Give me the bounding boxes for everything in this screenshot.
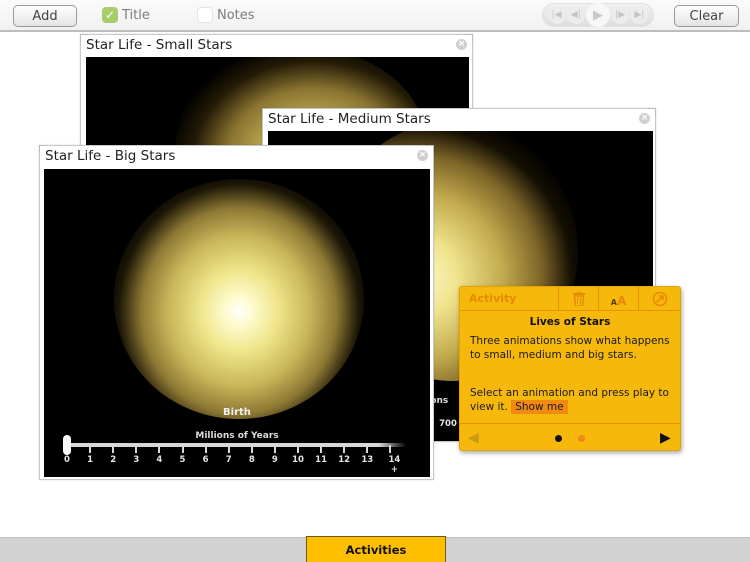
- timeline-tick: [297, 445, 299, 453]
- timeline-tick-label: 4: [156, 455, 163, 465]
- star-image: [114, 179, 364, 419]
- timeline-tick-label: 9: [271, 455, 278, 465]
- timeline-tick: [227, 445, 230, 453]
- tick-label: 700: [439, 419, 457, 429]
- title-checkbox[interactable]: ✓ Title: [102, 7, 150, 23]
- timeline-track[interactable]: [66, 443, 406, 447]
- timeline-tick-label: 13: [361, 455, 374, 465]
- checkmark-icon[interactable]: ✓: [102, 7, 118, 23]
- timeline-tick: [343, 445, 346, 453]
- timeline-tick-label: 14 +: [388, 455, 401, 475]
- activity-description: Three animations show what happens to sm…: [470, 335, 670, 361]
- window-title: Star Life - Medium Stars: [268, 111, 431, 127]
- add-button[interactable]: Add: [13, 5, 77, 27]
- window-big-stars[interactable]: Star Life - Big Stars × Birth Millions o…: [39, 145, 434, 480]
- activity-panel: Activity AA Lives of Stars Three animati…: [459, 286, 681, 451]
- title-checkbox-label: Title: [122, 7, 150, 23]
- trash-icon: [572, 292, 585, 306]
- timeline-tick: [366, 445, 369, 453]
- timeline-tick: [135, 445, 138, 453]
- timeline-tick: [320, 445, 323, 453]
- app-stage: Add ✓ Title Notes |◀ ◀| ▶ |▶ ▶| Clear St…: [0, 0, 750, 562]
- delete-button[interactable]: [558, 287, 598, 311]
- clear-button[interactable]: Clear: [674, 5, 739, 27]
- previous-page-arrow-icon[interactable]: ◀: [468, 430, 479, 446]
- timeline-tick: [89, 445, 92, 453]
- timeline-tick: [181, 445, 184, 453]
- timeline-tick-label: 3: [133, 455, 140, 465]
- timeline-tick-label: 6: [202, 455, 209, 465]
- pin-button[interactable]: [638, 287, 680, 311]
- pin-icon: [652, 291, 667, 307]
- axis-title: Millions of Years: [195, 431, 279, 441]
- page-dot-active[interactable]: [555, 435, 562, 442]
- timeline-tick-label: 0: [64, 455, 70, 465]
- activity-header: Activity AA: [460, 287, 680, 311]
- timeline-tick-label: 2: [110, 455, 117, 465]
- timeline-tick: [389, 445, 392, 453]
- close-icon[interactable]: ×: [639, 113, 650, 124]
- show-me-link[interactable]: Show me: [511, 400, 568, 414]
- animation-view[interactable]: Birth Millions of Years 0 1 2 3 4 5 6 7 8 9 10 11 12…: [44, 169, 430, 477]
- window-title: Star Life - Small Stars: [86, 37, 233, 53]
- timeline-tick-label: 1: [87, 455, 94, 465]
- step-back-icon[interactable]: ◀|: [566, 6, 585, 24]
- activity-title: Lives of Stars: [529, 316, 611, 328]
- timeline-tick: [250, 445, 253, 453]
- timeline-tick-label: 11: [315, 455, 328, 465]
- timeline-tick-label: 5: [179, 455, 186, 465]
- timeline-tick-label: 12: [338, 455, 351, 465]
- notes-checkbox[interactable]: Notes: [197, 7, 255, 23]
- timeline-tick: [112, 445, 115, 453]
- timeline-slider-thumb[interactable]: [63, 435, 71, 455]
- timeline-tick: [273, 445, 276, 453]
- empty-checkbox-icon[interactable]: [197, 7, 213, 23]
- notes-checkbox-label: Notes: [217, 7, 255, 23]
- next-page-arrow-icon[interactable]: ▶: [660, 430, 671, 446]
- timeline-tick-label: 8: [248, 455, 255, 465]
- text-size-button[interactable]: AA: [598, 287, 638, 311]
- playback-controls: |◀ ◀| ▶ |▶ ▶|: [542, 3, 654, 27]
- activity-instructions: Select an animation and press play to vi…: [470, 386, 675, 414]
- instructions-text: Select an animation and press play to vi…: [470, 387, 669, 413]
- step-forward-icon[interactable]: |▶: [611, 6, 630, 24]
- activity-header-label: Activity: [469, 292, 517, 305]
- timeline-tick-label: 7: [225, 455, 232, 465]
- text-size-icon: AA: [610, 293, 627, 308]
- close-icon[interactable]: ×: [456, 39, 467, 50]
- activity-footer: ◀ ▶: [460, 423, 680, 451]
- timeline-tick: [158, 445, 161, 453]
- toolbar: Add ✓ Title Notes |◀ ◀| ▶ |▶ ▶| Clear: [0, 0, 750, 32]
- skip-to-end-icon[interactable]: ▶|: [630, 6, 649, 24]
- page-dot[interactable]: [578, 435, 585, 442]
- skip-to-start-icon[interactable]: |◀: [547, 6, 566, 24]
- close-icon[interactable]: ×: [417, 150, 428, 161]
- stage-label: Birth: [223, 407, 251, 418]
- play-icon[interactable]: ▶: [585, 3, 610, 27]
- timeline-tick-label: 10: [292, 455, 304, 465]
- tab-activities[interactable]: Activities: [306, 536, 446, 562]
- timeline-tick: [204, 445, 207, 453]
- window-title: Star Life - Big Stars: [45, 148, 176, 164]
